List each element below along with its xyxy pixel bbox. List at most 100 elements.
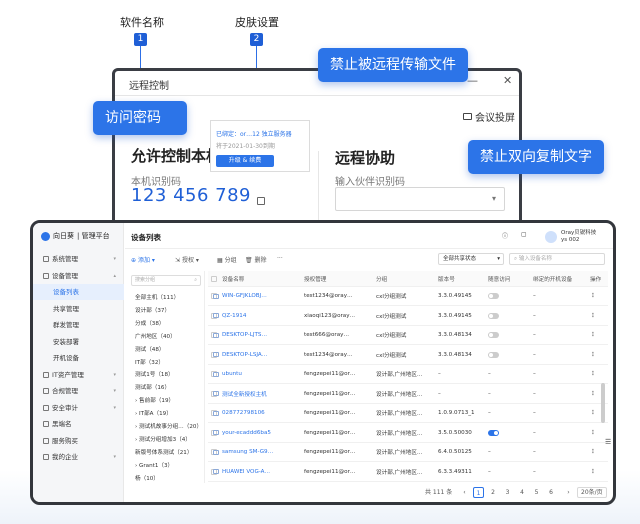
device-name-link[interactable]: DESKTOP-LJTS… <box>222 326 302 344</box>
list-icon[interactable]: ☰ <box>605 438 611 446</box>
group-tree-item[interactable]: 测试部（16） <box>135 383 170 391</box>
sidebar-item[interactable]: 设备列表 <box>33 284 124 300</box>
row-actions-icon[interactable]: ⋮ <box>590 463 596 481</box>
minimize-button[interactable]: — <box>467 74 478 87</box>
group-tree-item[interactable]: › 测试分组增加3（4） <box>135 435 191 443</box>
user-name[interactable]: ys 002 <box>561 237 579 243</box>
device-name-link[interactable]: samsung SM-G9… <box>222 443 302 461</box>
column-header[interactable]: 随意访问 <box>488 271 532 286</box>
device-name-link[interactable]: ubuntu <box>222 365 302 383</box>
row-actions-icon[interactable]: ⋮ <box>590 287 596 305</box>
table-row[interactable]: DESKTOP-LSJA… test1234@oray… cxl分组测试 3.3.0.… <box>208 346 608 365</box>
table-row[interactable]: HUAWEI VOG-A… fengzepei11@or… 设计部,广州地区… 6.3… <box>208 463 608 482</box>
column-header[interactable]: 设备名称 <box>222 271 302 286</box>
group-tree-item[interactable]: › 售前部（19） <box>135 396 174 404</box>
device-name-link[interactable]: 测试全新授权主机 <box>222 385 302 403</box>
meeting-cast-button[interactable]: 会议投屏 <box>463 109 515 124</box>
column-header[interactable]: 授权管理 <box>304 271 374 286</box>
column-header[interactable]: 操作 <box>590 271 606 286</box>
table-row[interactable]: WIN-GFJKLOBJ… test1234@oray… cxl分组测试 3.3.0.… <box>208 287 608 306</box>
more-button[interactable]: ··· <box>277 255 283 262</box>
group-tree-item[interactable]: › Grant1（3） <box>135 461 173 469</box>
table-row[interactable]: QZ-1914 xiaoqi123@oray… cxl分组测试 3.3.0.49145… <box>208 307 608 326</box>
sidebar-item[interactable]: 开机设备 <box>33 350 124 366</box>
upgrade-renew-button[interactable]: 升级 & 续费 <box>216 155 274 167</box>
column-header[interactable]: 版本号 <box>438 271 486 286</box>
group-tree-item[interactable]: 广州地区（40） <box>135 332 176 340</box>
group-button[interactable]: ▦ 分组 <box>217 255 237 264</box>
access-toggle[interactable] <box>488 424 499 442</box>
access-toggle[interactable] <box>488 326 499 344</box>
copy-icon[interactable] <box>257 197 265 205</box>
sidebar-item[interactable]: 合规管理 ▾ <box>33 383 124 399</box>
page-button[interactable]: 1 <box>473 487 484 498</box>
group-tree-item[interactable]: › 测试机故事分组…（20） <box>135 422 202 430</box>
page-button[interactable]: 3 <box>502 487 513 498</box>
row-actions-icon[interactable]: ⋮ <box>590 424 596 442</box>
row-actions-icon[interactable]: ⋮ <box>590 385 596 403</box>
sidebar-item[interactable]: 服务购买 <box>33 433 124 449</box>
group-tree-item[interactable]: 全部主机（111） <box>135 293 179 301</box>
page-button[interactable]: 2 <box>488 487 499 498</box>
access-toggle[interactable] <box>488 346 499 364</box>
device-name-link[interactable]: DESKTOP-LSJA… <box>222 346 302 364</box>
scrollbar[interactable] <box>601 383 605 423</box>
group-tree-item[interactable]: 测试（48） <box>135 345 165 353</box>
authorize-button[interactable]: ⇲ 授权 ▾ <box>175 255 199 264</box>
add-button[interactable]: ⊕ 添加 ▾ <box>131 255 155 264</box>
table-row[interactable]: your-ecaddd6ba5 fengzepei11@or… 设计部,广州地区… 3… <box>208 424 608 443</box>
group-search-input[interactable]: 搜索分组 ⌕ <box>131 275 201 286</box>
info-icon[interactable]: ⓘ <box>502 231 508 240</box>
device-name-link[interactable]: 028772798106 <box>222 404 302 422</box>
sidebar-item[interactable]: 安装部署 <box>33 334 124 350</box>
table-row[interactable]: ubuntu fengzepei11@or… 设计部,广州地区… – – – ⋮ <box>208 365 608 384</box>
partner-code-input[interactable]: ▾ <box>335 187 505 211</box>
sidebar-item[interactable]: 我的企业 ▾ <box>33 449 124 465</box>
device-name-link[interactable]: HUAWEI VOG-A… <box>222 463 302 481</box>
column-header[interactable]: 绑定的开机设备 <box>533 271 588 286</box>
sidebar-item[interactable]: 黑端名 <box>33 416 124 432</box>
row-actions-icon[interactable]: ⋮ <box>590 404 596 422</box>
page-button[interactable]: 6 <box>546 487 557 498</box>
access-toggle[interactable] <box>488 287 499 305</box>
share-filter-select[interactable]: 全部共享状态 ▾ <box>438 253 504 265</box>
group-tree-item[interactable]: › IT部A（19） <box>135 409 172 417</box>
prev-page-button[interactable]: ‹ <box>459 487 470 498</box>
table-row[interactable]: DESKTOP-LJTS… test666@oray… cxl分组测试 3.3.0.4… <box>208 326 608 345</box>
page-button[interactable]: 4 <box>517 487 528 498</box>
table-row[interactable]: samsung SM-G9… fengzepei11@or… 设计部,广州地区… 6.… <box>208 443 608 462</box>
row-actions-icon[interactable]: ⋮ <box>590 346 596 364</box>
group-tree-item[interactable]: IT部（32） <box>135 358 164 366</box>
group-tree-item[interactable]: 设计部（37） <box>135 306 170 314</box>
delete-button[interactable]: 🗑 删除 <box>245 255 267 264</box>
group-tree-item[interactable]: 新版号体系测试（21） <box>135 448 192 456</box>
sidebar-item[interactable]: 共享管理 <box>33 301 124 317</box>
row-actions-icon[interactable]: ⋮ <box>590 307 596 325</box>
sidebar-item[interactable]: 群发管理 <box>33 317 124 333</box>
group-tree-item[interactable]: 分成（38） <box>135 319 165 327</box>
sidebar-item[interactable]: 安全审计 ▾ <box>33 400 124 416</box>
table-row[interactable]: 测试全新授权主机 fengzepei11@or… 设计部,广州地区… – – – ⋮ <box>208 385 608 404</box>
group-tree-item[interactable]: 测试1号（18） <box>135 370 174 378</box>
access-toggle[interactable] <box>488 307 499 325</box>
company-avatar[interactable] <box>545 231 557 243</box>
table-row[interactable]: 028772798106 fengzepei11@or… 设计部,广州地区… 1.0.… <box>208 404 608 423</box>
page-button[interactable]: 5 <box>531 487 542 498</box>
window-icon[interactable]: ▢ <box>521 231 527 238</box>
row-actions-icon[interactable]: ⋮ <box>590 326 596 344</box>
device-name-link[interactable]: WIN-GFJKLOBJ… <box>222 287 302 305</box>
device-name-link[interactable]: your-ecaddd6ba5 <box>222 424 302 442</box>
row-actions-icon[interactable]: ⋮ <box>590 365 596 383</box>
page-size-select[interactable]: 20条/页 <box>577 487 607 498</box>
device-search-input[interactable]: ⌕ 输入设备名称 <box>509 253 605 265</box>
sidebar-item[interactable]: 系统管理 ▾ <box>33 251 124 267</box>
next-page-button[interactable]: › <box>563 487 574 498</box>
row-actions-icon[interactable]: ⋮ <box>590 443 596 461</box>
device-name-link[interactable]: QZ-1914 <box>222 307 302 325</box>
group-tree-item[interactable]: 杨（10） <box>135 474 159 482</box>
sidebar-item[interactable]: IT资产管理 ▾ <box>33 367 124 383</box>
sidebar-item[interactable]: 设备管理 ▴ <box>33 268 124 284</box>
column-header[interactable]: 分组 <box>376 271 436 286</box>
close-button[interactable]: ✕ <box>503 74 512 87</box>
select-all-checkbox[interactable] <box>211 271 217 286</box>
